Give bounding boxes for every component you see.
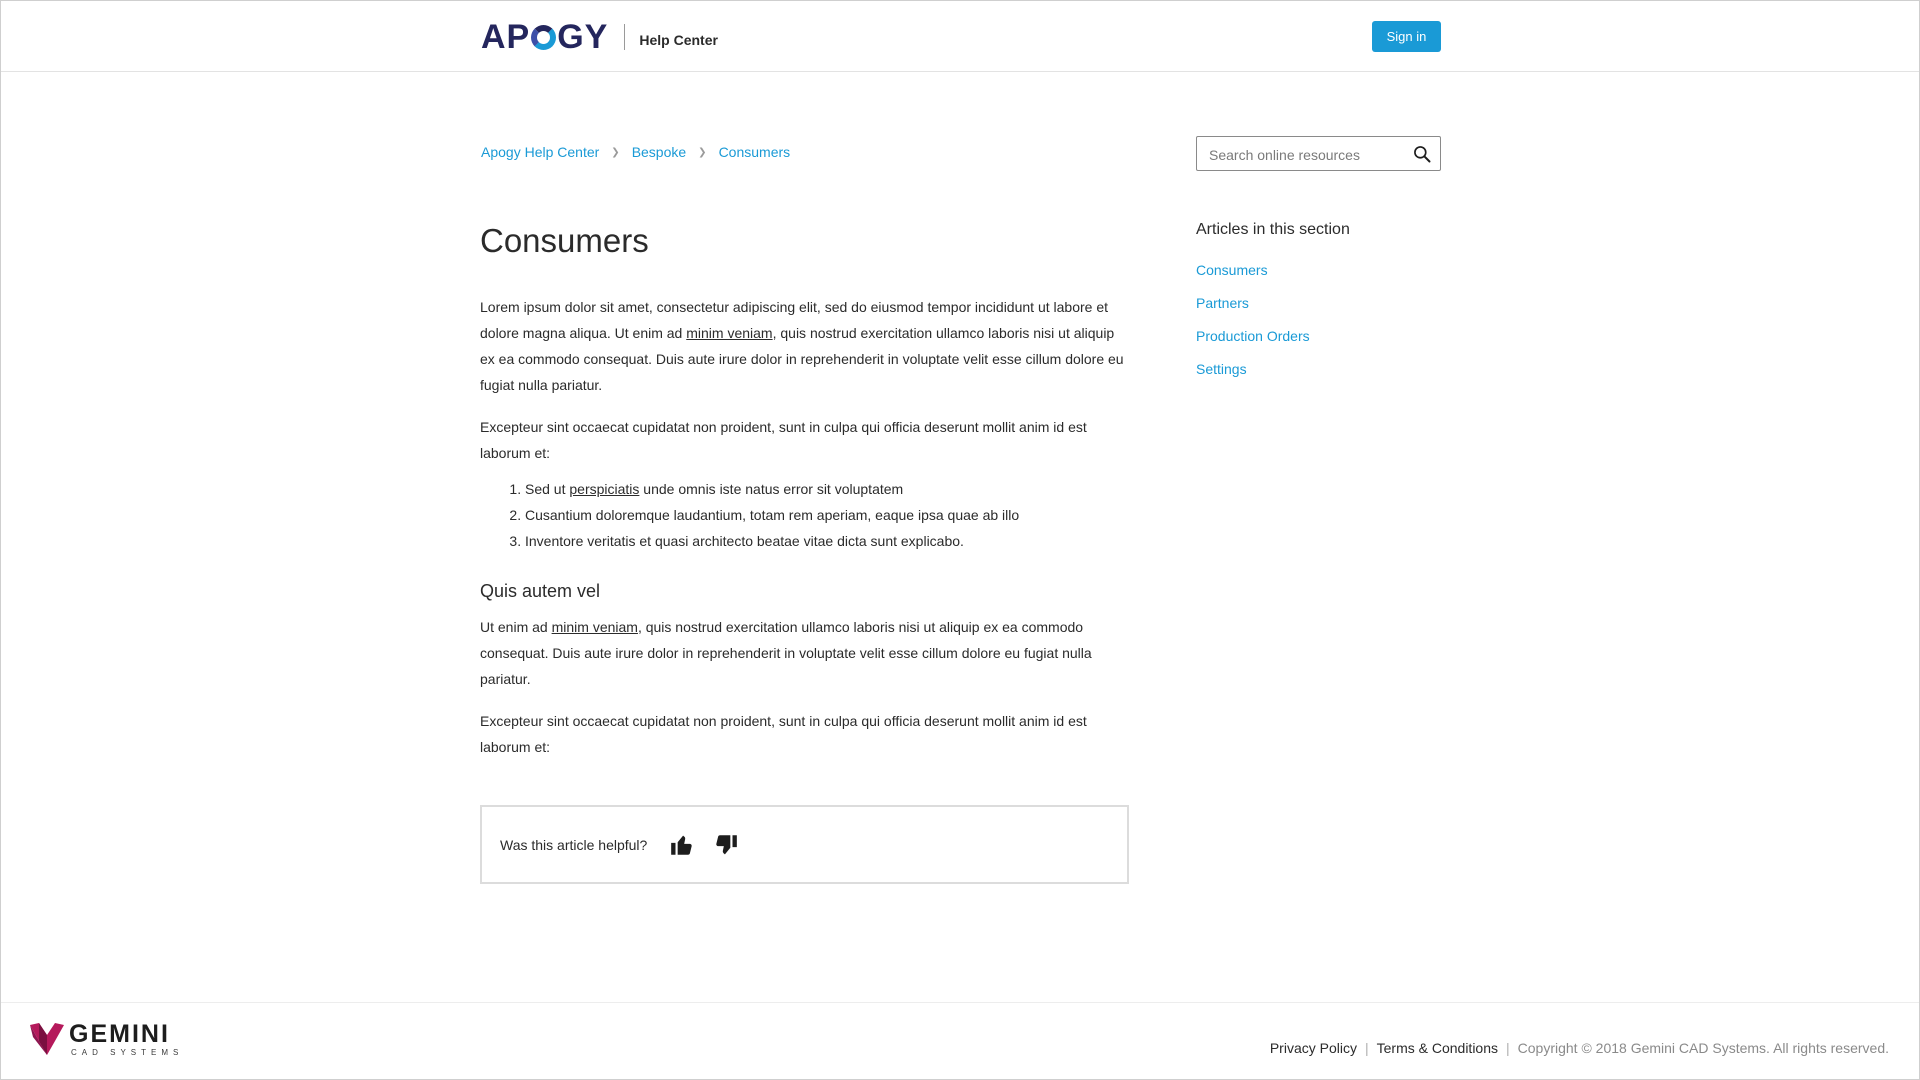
list-item: Sed ut perspiciatis unde omnis iste natu… [525, 476, 1130, 502]
logo-o-ring-icon [531, 24, 557, 50]
sidebar-item: Consumers [1196, 254, 1441, 287]
sidebar-link-production-orders[interactable]: Production Orders [1196, 328, 1310, 344]
footer: GEMINI CAD SYSTEMS Privacy Policy | Term… [1, 1002, 1919, 1080]
breadcrumb-item-help-center[interactable]: Apogy Help Center [481, 144, 599, 160]
gemini-logo[interactable]: GEMINI CAD SYSTEMS [29, 1021, 183, 1059]
chevron-right-icon: ❯ [698, 146, 707, 158]
copyright-text: Copyright © 2018 Gemini CAD Systems. All… [1517, 1040, 1889, 1056]
breadcrumb-item-bespoke[interactable]: Bespoke [632, 144, 686, 160]
paragraph-text: Ut enim ad [480, 619, 552, 635]
article-list: Sed ut perspiciatis unde omnis iste natu… [480, 476, 1130, 554]
sidebar-item: Partners [1196, 287, 1441, 320]
article-paragraph: Excepteur sint occaecat cupidatat non pr… [480, 713, 1087, 755]
feedback-question: Was this article helpful? [500, 836, 648, 853]
brand: AP GY Help Center [481, 20, 718, 54]
article-paragraph: Excepteur sint occaecat cupidatat non pr… [480, 419, 1087, 461]
inline-link[interactable]: minim veniam [552, 619, 638, 635]
list-item-text: Sed ut [525, 481, 570, 497]
inline-link[interactable]: minim veniam [686, 325, 772, 341]
gemini-wordmark: GEMINI CAD SYSTEMS [69, 1021, 183, 1059]
breadcrumb-item-consumers[interactable]: Consumers [719, 144, 791, 160]
sidebar-heading: Articles in this section [1196, 221, 1350, 238]
inline-link[interactable]: perspiciatis [569, 481, 639, 497]
search-icon[interactable] [1412, 144, 1432, 164]
brand-divider [624, 24, 626, 50]
footer-links: Privacy Policy | Terms & Conditions | Co… [1270, 1040, 1889, 1056]
logo-letters-ap: AP [481, 18, 531, 56]
list-item: Inventore veritatis et quasi architecto … [525, 528, 1130, 554]
list-item-text: unde omnis iste natus error sit voluptat… [639, 481, 904, 497]
sidebar-list: Consumers Partners Production Orders Set… [1196, 254, 1441, 386]
feedback-box: Was this article helpful? [480, 805, 1129, 884]
gemini-mark-icon [30, 1023, 64, 1055]
article-subheading: Quis autem vel [480, 581, 601, 601]
gemini-name: GEMINI [69, 1020, 170, 1048]
sidebar-link-consumers[interactable]: Consumers [1196, 262, 1268, 278]
list-item: Cusantium doloremque laudantium, totam r… [525, 502, 1130, 528]
footer-divider: | [1364, 1040, 1369, 1056]
article-paragraph: Ut enim ad minim veniam, quis nostrud ex… [480, 614, 1130, 692]
gemini-subtitle: CAD SYSTEMS [71, 1048, 184, 1057]
apogy-logo[interactable]: AP GY [481, 20, 608, 54]
sidebar-link-partners[interactable]: Partners [1196, 295, 1249, 311]
sidebar-link-settings[interactable]: Settings [1196, 361, 1247, 377]
search-input[interactable] [1207, 144, 1411, 166]
privacy-policy-link[interactable]: Privacy Policy [1270, 1040, 1357, 1056]
terms-conditions-link[interactable]: Terms & Conditions [1377, 1040, 1498, 1056]
chevron-right-icon: ❯ [611, 146, 620, 158]
thumbs-up-icon[interactable] [669, 832, 695, 858]
logo-letters-gy: GY [557, 18, 609, 56]
thumbs-down-icon[interactable] [713, 832, 739, 858]
sign-in-button[interactable]: Sign in [1372, 21, 1441, 52]
search-box [1196, 136, 1441, 171]
article: Consumers Lorem ipsum dolor sit amet, co… [480, 221, 1130, 884]
article-paragraph: Lorem ipsum dolor sit amet, consectetur … [480, 294, 1130, 398]
sidebar-item: Settings [1196, 353, 1441, 386]
sidebar-item: Production Orders [1196, 320, 1441, 353]
footer-divider: | [1506, 1040, 1510, 1056]
breadcrumb: Apogy Help Center ❯ Bespoke ❯ Consumers [481, 144, 790, 160]
help-center-label[interactable]: Help Center [639, 32, 718, 48]
header: AP GY Help Center Sign in [1, 1, 1919, 72]
article-title: Consumers [480, 222, 649, 259]
section-articles-sidebar: Articles in this section Consumers Partn… [1196, 220, 1441, 386]
